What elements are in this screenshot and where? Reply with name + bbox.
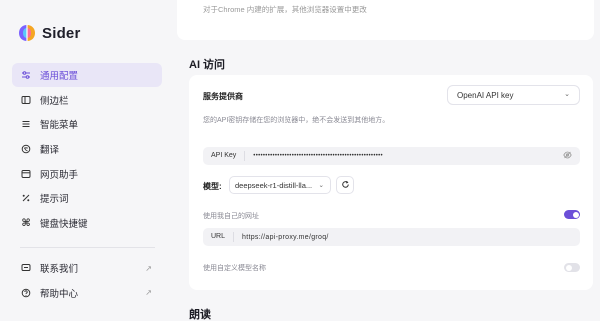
sidebar-nav: 通用配置 侧边栏 智能菜单 翻译 网页助手 提示词 ⌘ 键盘快捷键 [12,63,162,236]
custom-model-name-toggle[interactable] [564,263,580,272]
sidebar-footer-nav: 联系我们 ↗ 帮助中心 ↗ [12,256,162,305]
api-key-value: ••••••••••••••••••••••••••••••••••••••••… [253,153,383,159]
provider-selected: OpenAI API key [457,90,514,100]
sidebar-item-label: 网页助手 [40,169,79,181]
sidebar-item-label: 侧边栏 [40,95,69,107]
url-value: https://api-proxy.me/groq/ [242,233,329,241]
sidebar-item-help-center[interactable]: 帮助中心 ↗ [12,281,162,305]
sidebar-item-label: 帮助中心 [40,288,79,300]
sidebar-item-label: 提示词 [40,194,69,206]
chevron-down-icon: ⌄ [564,91,570,98]
section-title-ai-access: AI 访问 [189,59,226,71]
sidebar-divider [20,247,155,248]
help-icon [20,287,32,299]
refresh-models-button[interactable] [336,176,354,194]
app-logo[interactable]: Sider [18,24,81,42]
refresh-icon [341,180,350,191]
ai-access-card: 服务提供商 OpenAI API key ⌄ 您的API密钥存储在您的浏览器中，… [189,75,593,290]
chevron-down-icon: ⌄ [318,182,324,189]
sidebar-item-general-settings[interactable]: 通用配置 [12,63,162,87]
provider-hint: 您的API密钥存储在您的浏览器中，绝不会发送到其他地方。 [203,117,390,124]
sidebar-item-contact-us[interactable]: 联系我们 ↗ [12,256,162,280]
sidebar-item-shortcuts[interactable]: ⌘ 键盘快捷键 [12,211,162,235]
external-link-icon: ↗ [145,263,152,273]
api-key-label: API Key [203,151,246,161]
model-selected: deepseek-r1-distill-lla... [235,180,313,190]
sidebar-item-smart-menu[interactable]: 智能菜单 [12,112,162,136]
previous-card-text: 对于Chrome 内建的扩展，其他浏览器设置中更改 [203,5,367,14]
eye-off-icon[interactable] [563,151,572,161]
url-field[interactable]: URL https://api-proxy.me/groq/ [203,228,580,246]
sidebar-item-label: 翻译 [40,145,60,157]
custom-model-name-label: 使用自定义模型名称 [203,265,266,272]
external-link-icon: ↗ [145,288,152,298]
provider-label: 服务提供商 [203,92,243,101]
model-dropdown[interactable]: deepseek-r1-distill-lla... ⌄ [229,176,331,194]
model-label: 模型: [203,182,222,191]
app-name: Sider [42,24,81,42]
url-label: URL [203,232,235,242]
sidebar-item-translate[interactable]: 翻译 [12,137,162,161]
sidebar-icon [20,94,32,106]
api-key-field[interactable]: API Key ••••••••••••••••••••••••••••••••… [203,147,580,165]
custom-url-label: 使用我自己的网址 [203,213,259,220]
section-title-read-aloud: 朗读 [189,309,211,321]
message-icon [20,262,32,274]
sider-logo-icon [18,24,36,42]
command-icon: ⌘ [21,217,31,229]
webpage-icon [20,168,32,180]
sidebar: Sider 通用配置 侧边栏 智能菜单 翻译 网页助手 提示词 ⌘ 键盘快捷键 … [0,0,172,321]
menu-icon [20,118,32,130]
sidebar-item-sidebar[interactable]: 侧边栏 [12,88,162,112]
main-content: 对于Chrome 内建的扩展，其他浏览器设置中更改 AI 访问 服务提供商 Op… [175,0,600,321]
sidebar-item-label: 通用配置 [40,71,79,82]
sidebar-item-label: 联系我们 [40,264,79,275]
percent-icon [20,192,32,204]
sidebar-item-web-assistant[interactable]: 网页助手 [12,162,162,186]
custom-url-toggle[interactable] [564,210,580,219]
sidebar-item-prompts[interactable]: 提示词 [12,186,162,210]
sliders-icon [20,69,32,81]
sidebar-item-label: 键盘快捷键 [40,219,88,231]
previous-settings-card: 对于Chrome 内建的扩展，其他浏览器设置中更改 [177,0,594,40]
sidebar-item-label: 智能菜单 [40,120,79,132]
provider-dropdown[interactable]: OpenAI API key ⌄ [447,85,580,105]
translate-icon [20,143,32,155]
